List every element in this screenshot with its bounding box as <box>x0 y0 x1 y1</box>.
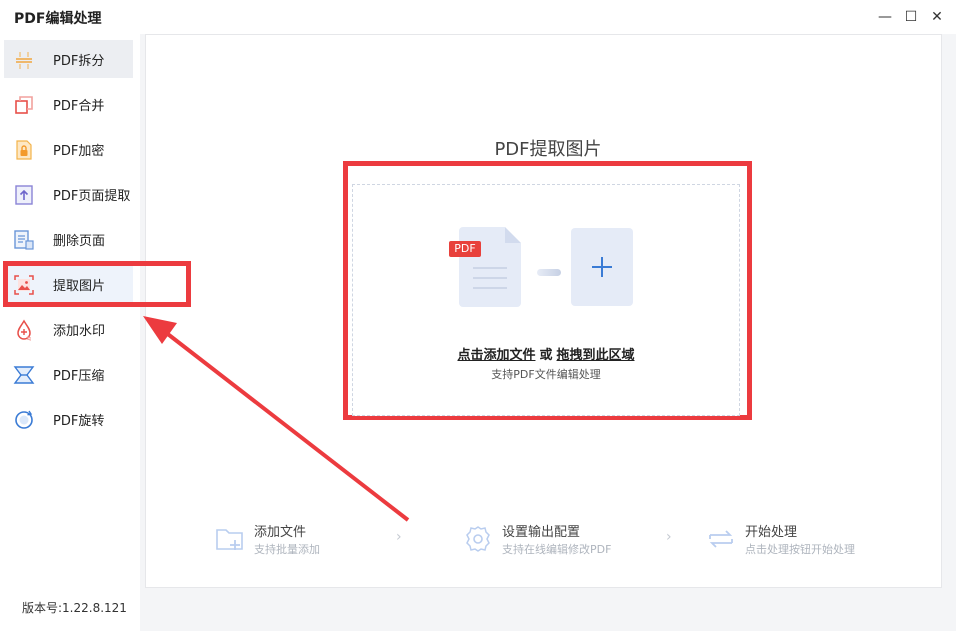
drop-subtext: 支持PDF文件编辑处理 <box>491 368 601 381</box>
sidebar-item-label: 添加水印 <box>53 324 106 339</box>
step-subtitle: 支持在线编辑修改PDF <box>502 543 612 556</box>
sidebar-item-label: PDF旋转 <box>53 414 105 429</box>
sidebar-item-compress[interactable]: PDF压缩 <box>4 355 133 393</box>
sidebar-item-watermark[interactable]: 添加水印 <box>4 310 133 348</box>
page-title: PDF提取图片 <box>494 139 602 160</box>
watermark-icon <box>12 318 36 342</box>
sidebar: PDF拆分 PDF合并 PDF加密 PDF页面提取 删除页面 提取图片 添加水印… <box>0 34 140 631</box>
sidebar-item-label: 提取图片 <box>53 279 106 294</box>
split-icon <box>12 48 36 72</box>
drop-instruction: 点击添加文件或拖拽到此区域 <box>353 344 739 363</box>
lock-icon <box>12 138 36 162</box>
compress-icon <box>12 363 36 387</box>
main-panel: PDF提取图片 PDF 点击添加文件或拖拽到此区域 支持PDF文件编辑处理 添加… <box>145 34 942 588</box>
page-extract-icon <box>12 183 36 207</box>
maximize-button[interactable]: ☐ <box>900 6 922 28</box>
step-subtitle: 支持批量添加 <box>254 543 320 556</box>
rotate-icon <box>12 408 36 432</box>
sidebar-item-label: 删除页面 <box>53 234 106 249</box>
sidebar-item-label: PDF拆分 <box>53 54 105 69</box>
delete-page-icon <box>12 228 36 252</box>
image-icon <box>12 273 36 297</box>
connector-icon <box>537 269 561 276</box>
pdf-badge: PDF <box>449 241 481 257</box>
sidebar-item-rotate[interactable]: PDF旋转 <box>4 400 133 438</box>
folder-add-icon <box>216 529 243 550</box>
add-file-link[interactable]: 点击添加文件 <box>457 348 535 363</box>
settings-icon <box>466 526 490 552</box>
step-title: 开始处理 <box>745 525 798 540</box>
close-button[interactable]: ✕ <box>926 6 948 28</box>
sidebar-item-split[interactable]: PDF拆分 <box>4 40 133 78</box>
file-icon <box>459 227 521 307</box>
sidebar-item-delete-page[interactable]: 删除页面 <box>4 220 133 258</box>
step-title: 添加文件 <box>254 525 307 540</box>
chevron-right-icon: › <box>666 529 672 545</box>
sidebar-item-label: PDF页面提取 <box>53 189 131 204</box>
sidebar-item-page-extract[interactable]: PDF页面提取 <box>4 175 133 213</box>
chevron-right-icon: › <box>396 529 402 545</box>
or-text: 或 <box>539 348 553 363</box>
app-title: PDF编辑处理 <box>14 11 102 27</box>
title-bar: PDF编辑处理 — ☐ ✕ <box>0 0 956 34</box>
sidebar-item-extract-image[interactable]: 提取图片 <box>4 265 133 303</box>
plus-icon <box>592 257 612 277</box>
version-label: 版本号:1.22.8.121 <box>22 601 127 615</box>
add-file-button[interactable] <box>571 228 633 306</box>
drag-area-link[interactable]: 拖拽到此区域 <box>557 348 635 363</box>
sidebar-item-label: PDF加密 <box>53 144 105 159</box>
sidebar-item-merge[interactable]: PDF合并 <box>4 85 133 123</box>
drop-zone-highlight: PDF 点击添加文件或拖拽到此区域 支持PDF文件编辑处理 <box>343 161 752 420</box>
drop-zone[interactable]: PDF 点击添加文件或拖拽到此区域 支持PDF文件编辑处理 <box>352 184 740 416</box>
sidebar-item-label: PDF压缩 <box>53 369 105 384</box>
sidebar-item-label: PDF合并 <box>53 99 105 114</box>
sidebar-item-encrypt[interactable]: PDF加密 <box>4 130 133 168</box>
process-icon <box>709 530 733 548</box>
step-title: 设置输出配置 <box>502 525 581 540</box>
step-subtitle: 点击处理按钮开始处理 <box>745 543 855 556</box>
minimize-button[interactable]: — <box>874 6 896 28</box>
merge-icon <box>12 93 36 117</box>
